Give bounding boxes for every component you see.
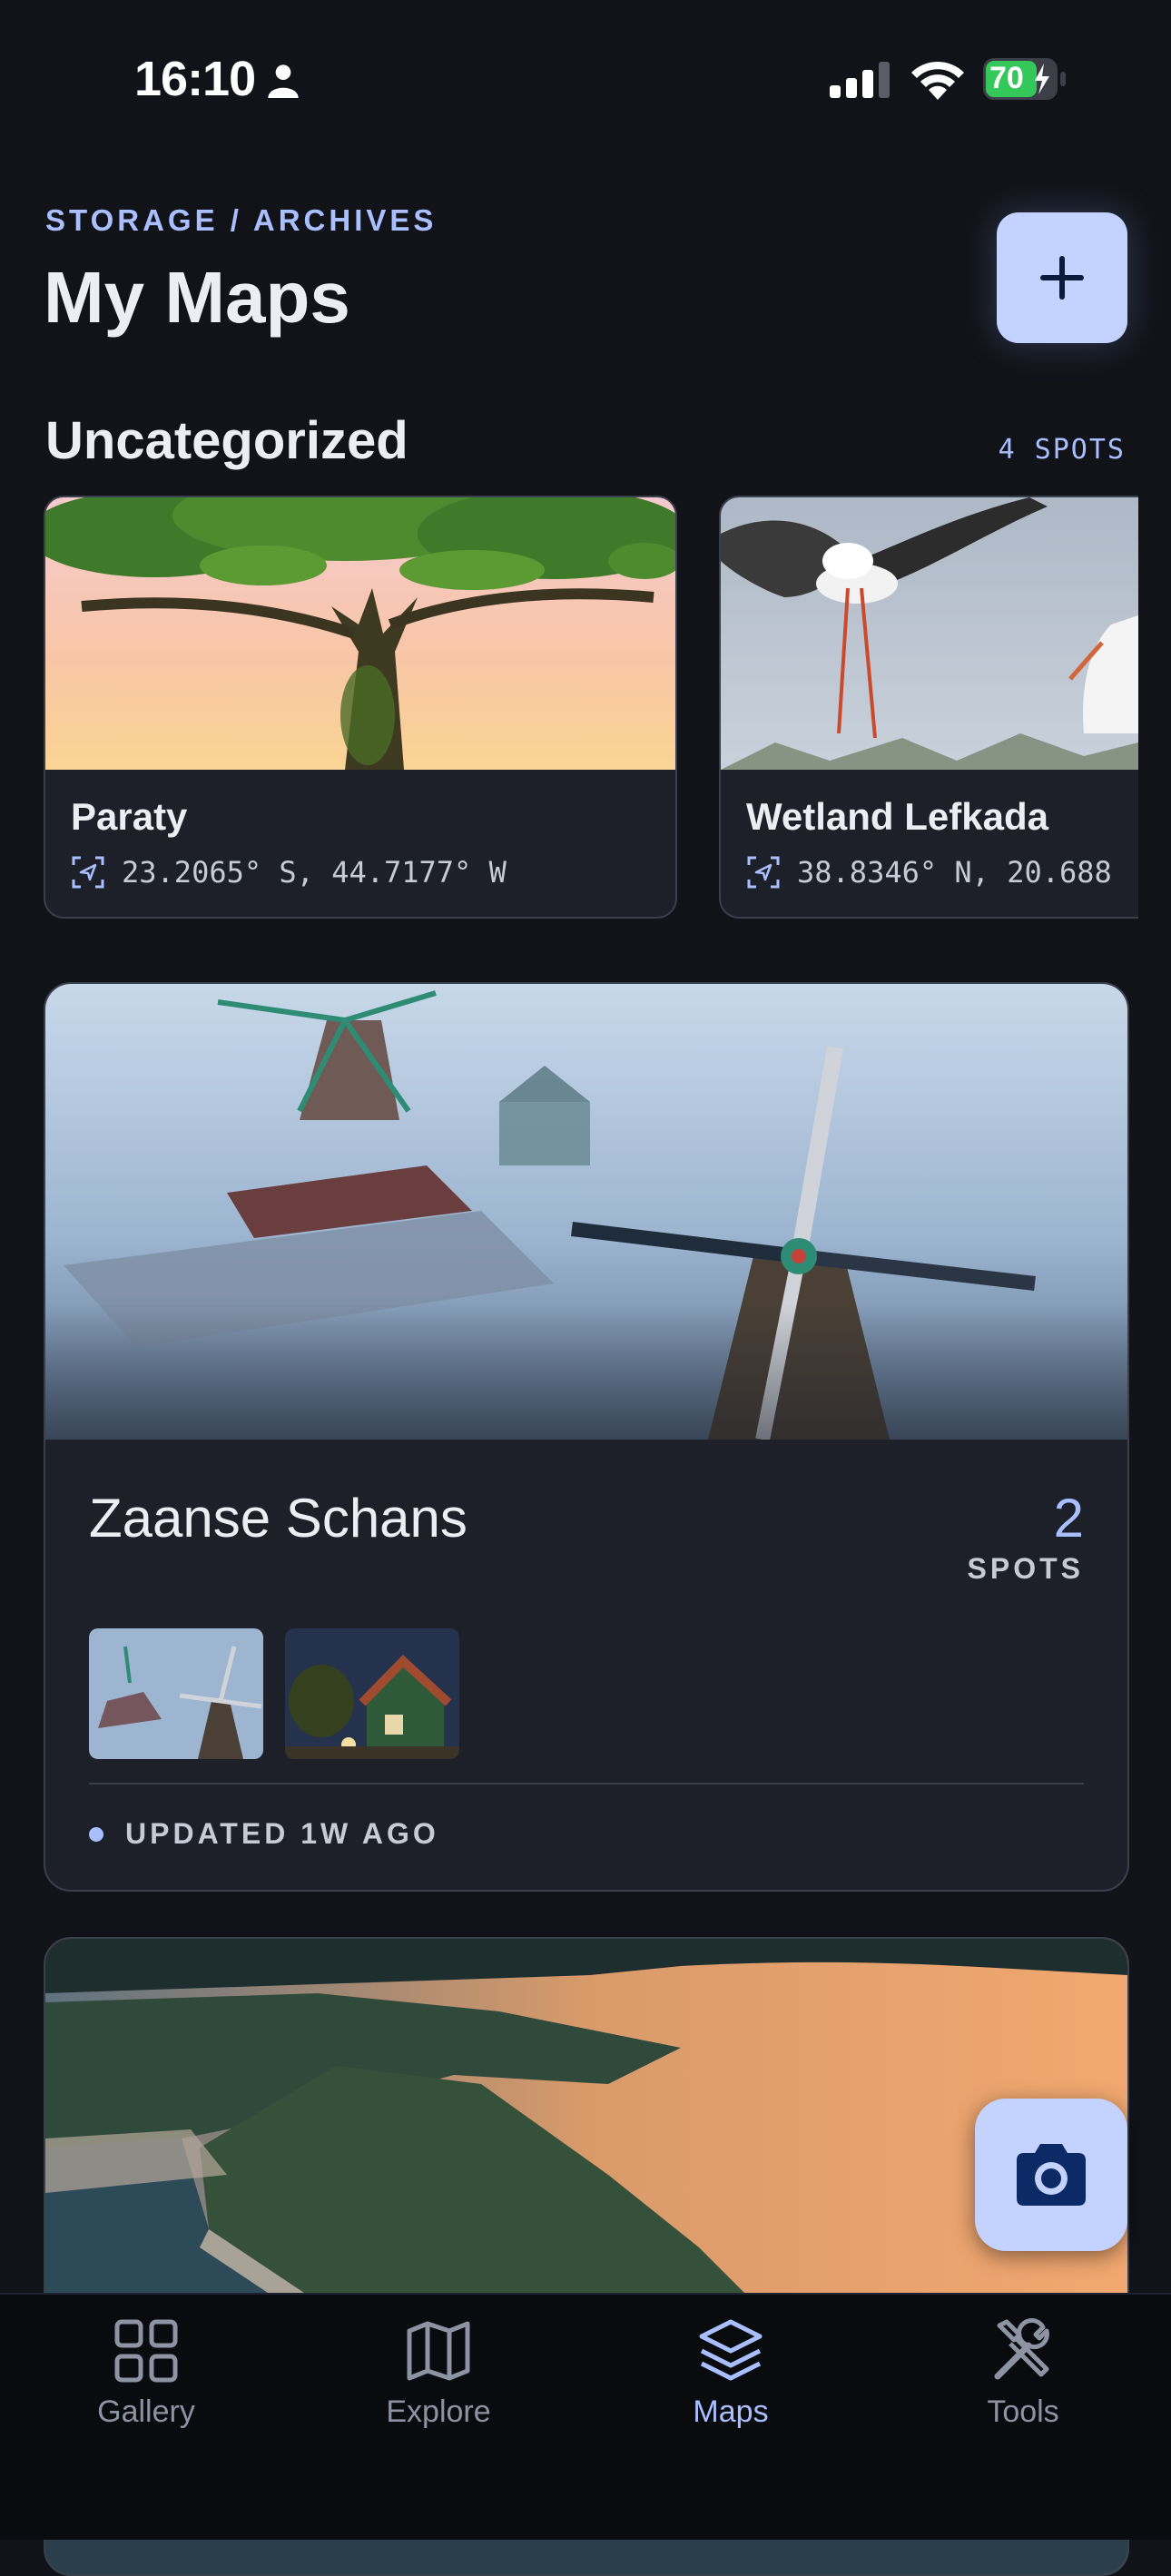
last-updated-text: UPDATED 1W AGO — [125, 1817, 439, 1850]
spot-coordinates: 38.8346° N, 20.688 — [746, 855, 1112, 890]
add-map-button[interactable] — [997, 212, 1127, 343]
status-time: 16:10 — [134, 52, 256, 106]
map-card-zaanse-schans[interactable]: Zaanse Schans 2 SPOTS UPDATED 1W AGO — [44, 982, 1129, 1892]
nav-label: Explore — [386, 2394, 491, 2429]
location-icon — [72, 856, 104, 889]
map-cover-image — [45, 984, 1127, 1440]
spot-card-wetland-lefkada[interactable]: Wetland Lefkada 38.8346° N, 20.688 — [719, 496, 1138, 919]
battery-level: 70 — [989, 61, 1024, 95]
spot-name: Paraty — [71, 795, 188, 838]
status-dot — [89, 1826, 103, 1842]
nav-label: Tools — [987, 2394, 1059, 2429]
location-icon — [747, 856, 780, 889]
divider — [89, 1783, 1084, 1785]
battery-indicator: 70 — [982, 56, 1068, 102]
spot-name: Wetland Lefkada — [746, 795, 1048, 838]
spot-image — [721, 497, 1138, 770]
section-spot-count: 4 SPOTS — [998, 434, 1126, 466]
tools-icon — [994, 2317, 1049, 2380]
last-updated: UPDATED 1W AGO — [89, 1817, 439, 1851]
layers-icon — [699, 2319, 763, 2381]
map-spot-count: 2 — [1053, 1488, 1084, 1549]
person-icon — [268, 64, 299, 98]
section-title: Uncategorized — [45, 411, 408, 470]
thumbnail-image — [285, 1628, 459, 1759]
nav-explore[interactable]: Explore — [348, 2295, 529, 2430]
spot-coordinates-text: 38.8346° N, 20.688 — [797, 855, 1112, 890]
breadcrumb[interactable]: STORAGE / ARCHIVES — [45, 203, 437, 238]
map-spot-count-label: SPOTS — [967, 1552, 1084, 1585]
map-title: Zaanse Schans — [89, 1488, 467, 1549]
page-title: My Maps — [44, 257, 350, 338]
nav-gallery[interactable]: Gallery — [55, 2295, 237, 2430]
spot-coordinates-text: 23.2065° S, 44.7177° W — [122, 855, 507, 890]
spot-thumbnail[interactable] — [285, 1628, 459, 1759]
map-icon — [407, 2321, 470, 2381]
spot-coordinates: 23.2065° S, 44.7177° W — [71, 855, 507, 890]
bottom-nav: Gallery Explore Maps Tools — [0, 2293, 1171, 2540]
nav-label: Maps — [693, 2394, 769, 2429]
nav-maps[interactable]: Maps — [640, 2295, 822, 2430]
grid-icon — [114, 2319, 178, 2383]
camera-button[interactable] — [975, 2099, 1127, 2251]
signal-icon — [830, 62, 890, 98]
nav-label: Gallery — [97, 2394, 195, 2429]
wifi-icon — [911, 61, 964, 100]
plus-icon — [1040, 256, 1084, 300]
nav-tools[interactable]: Tools — [932, 2295, 1114, 2430]
spot-thumbnail[interactable] — [89, 1628, 263, 1759]
camera-icon — [1017, 2144, 1086, 2206]
spot-card-paraty[interactable]: Paraty 23.2065° S, 44.7177° W — [44, 496, 677, 919]
spot-image — [45, 497, 675, 770]
thumbnail-image — [89, 1628, 263, 1759]
